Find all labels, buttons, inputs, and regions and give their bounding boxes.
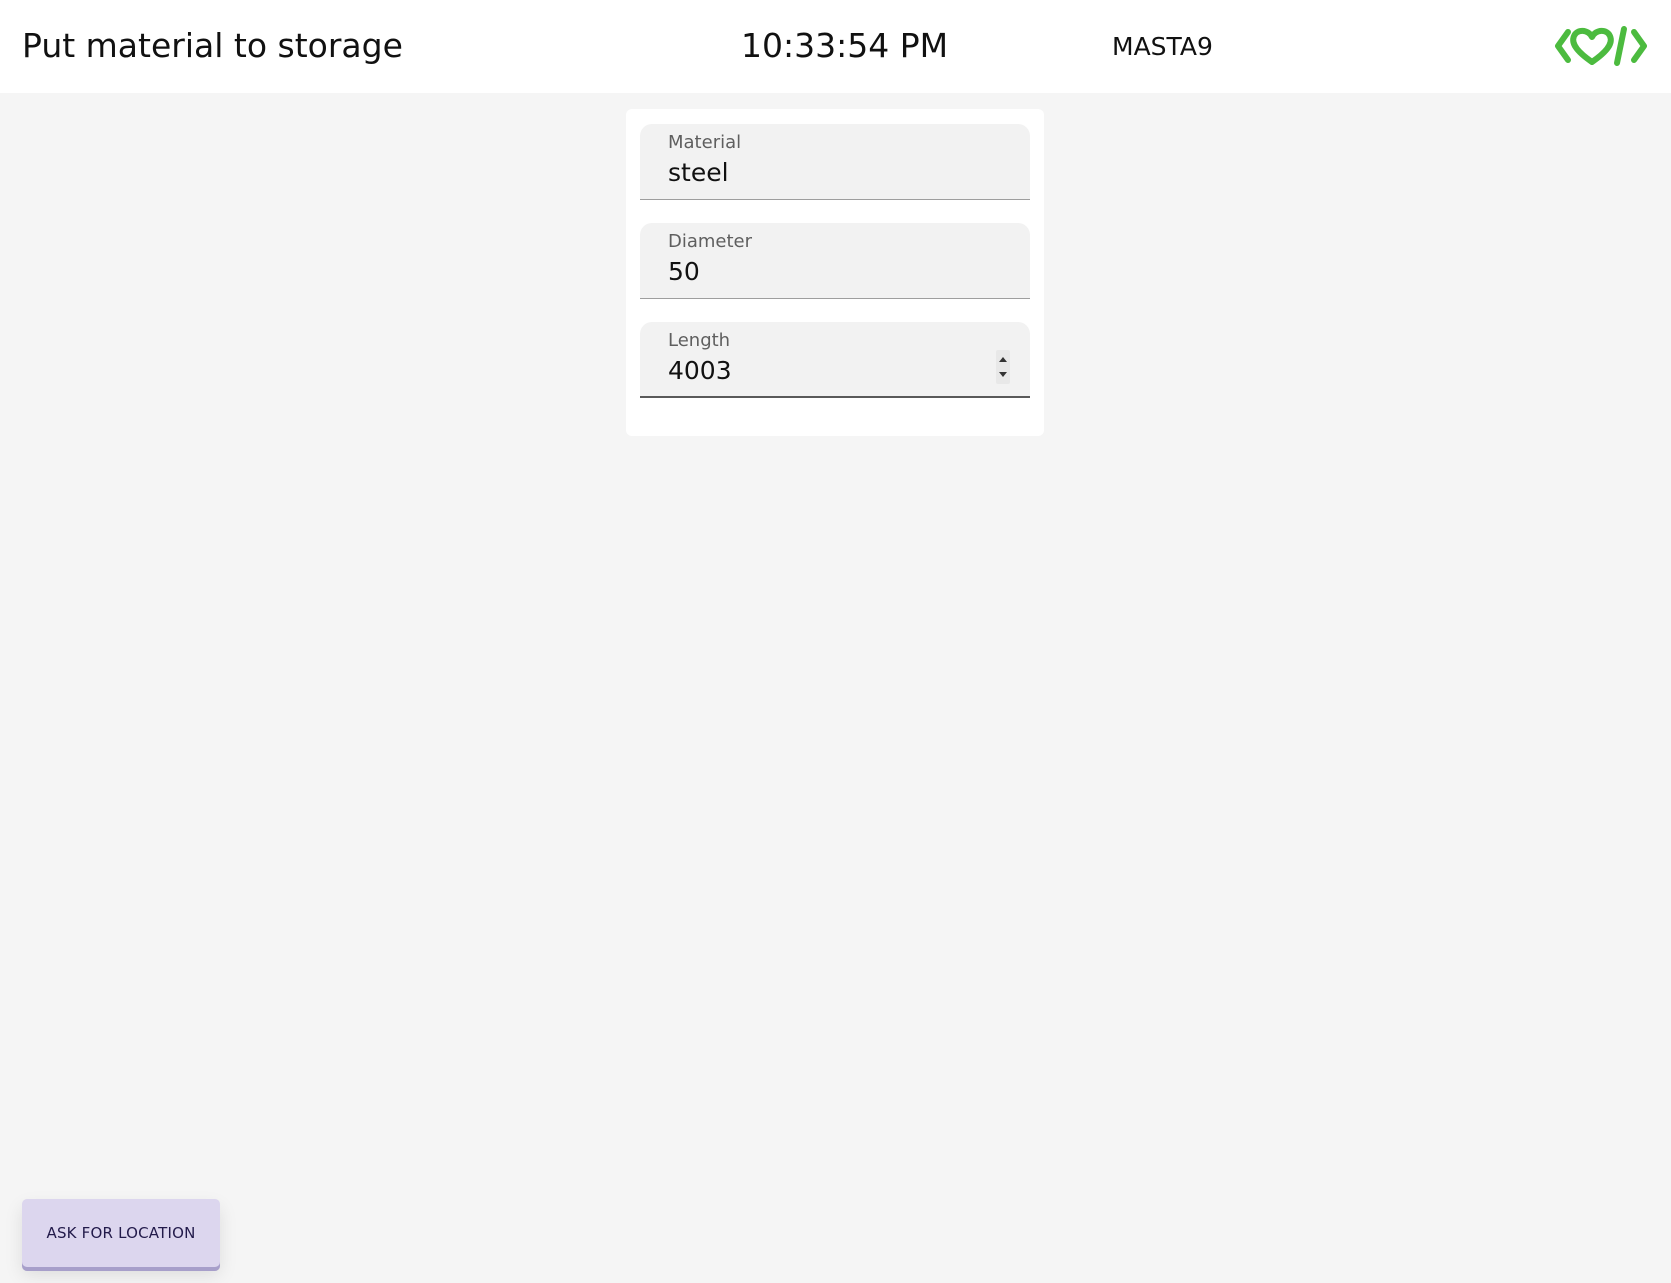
length-label: Length	[668, 330, 731, 351]
diameter-label: Diameter	[668, 231, 753, 252]
stepper-down-icon[interactable]	[999, 372, 1007, 377]
page-title: Put material to storage	[22, 26, 403, 65]
station-id: MASTA9	[1112, 32, 1213, 61]
app-header: Put material to storage 10:33:54 PM MAST…	[0, 0, 1671, 93]
material-form: Material Diameter Length	[626, 109, 1044, 436]
diameter-input[interactable]	[668, 255, 988, 287]
length-input[interactable]	[668, 354, 988, 386]
material-label: Material	[668, 132, 742, 153]
heart-code-logo-icon	[1555, 26, 1647, 66]
diameter-field[interactable]: Diameter	[640, 223, 1030, 299]
material-input[interactable]	[668, 156, 988, 188]
clock: 10:33:54 PM	[741, 26, 949, 65]
length-field[interactable]: Length	[640, 322, 1030, 398]
material-field[interactable]: Material	[640, 124, 1030, 200]
ask-for-location-button[interactable]: ASK FOR LOCATION	[22, 1199, 220, 1267]
length-stepper[interactable]	[996, 350, 1010, 384]
stepper-up-icon[interactable]	[999, 357, 1007, 362]
